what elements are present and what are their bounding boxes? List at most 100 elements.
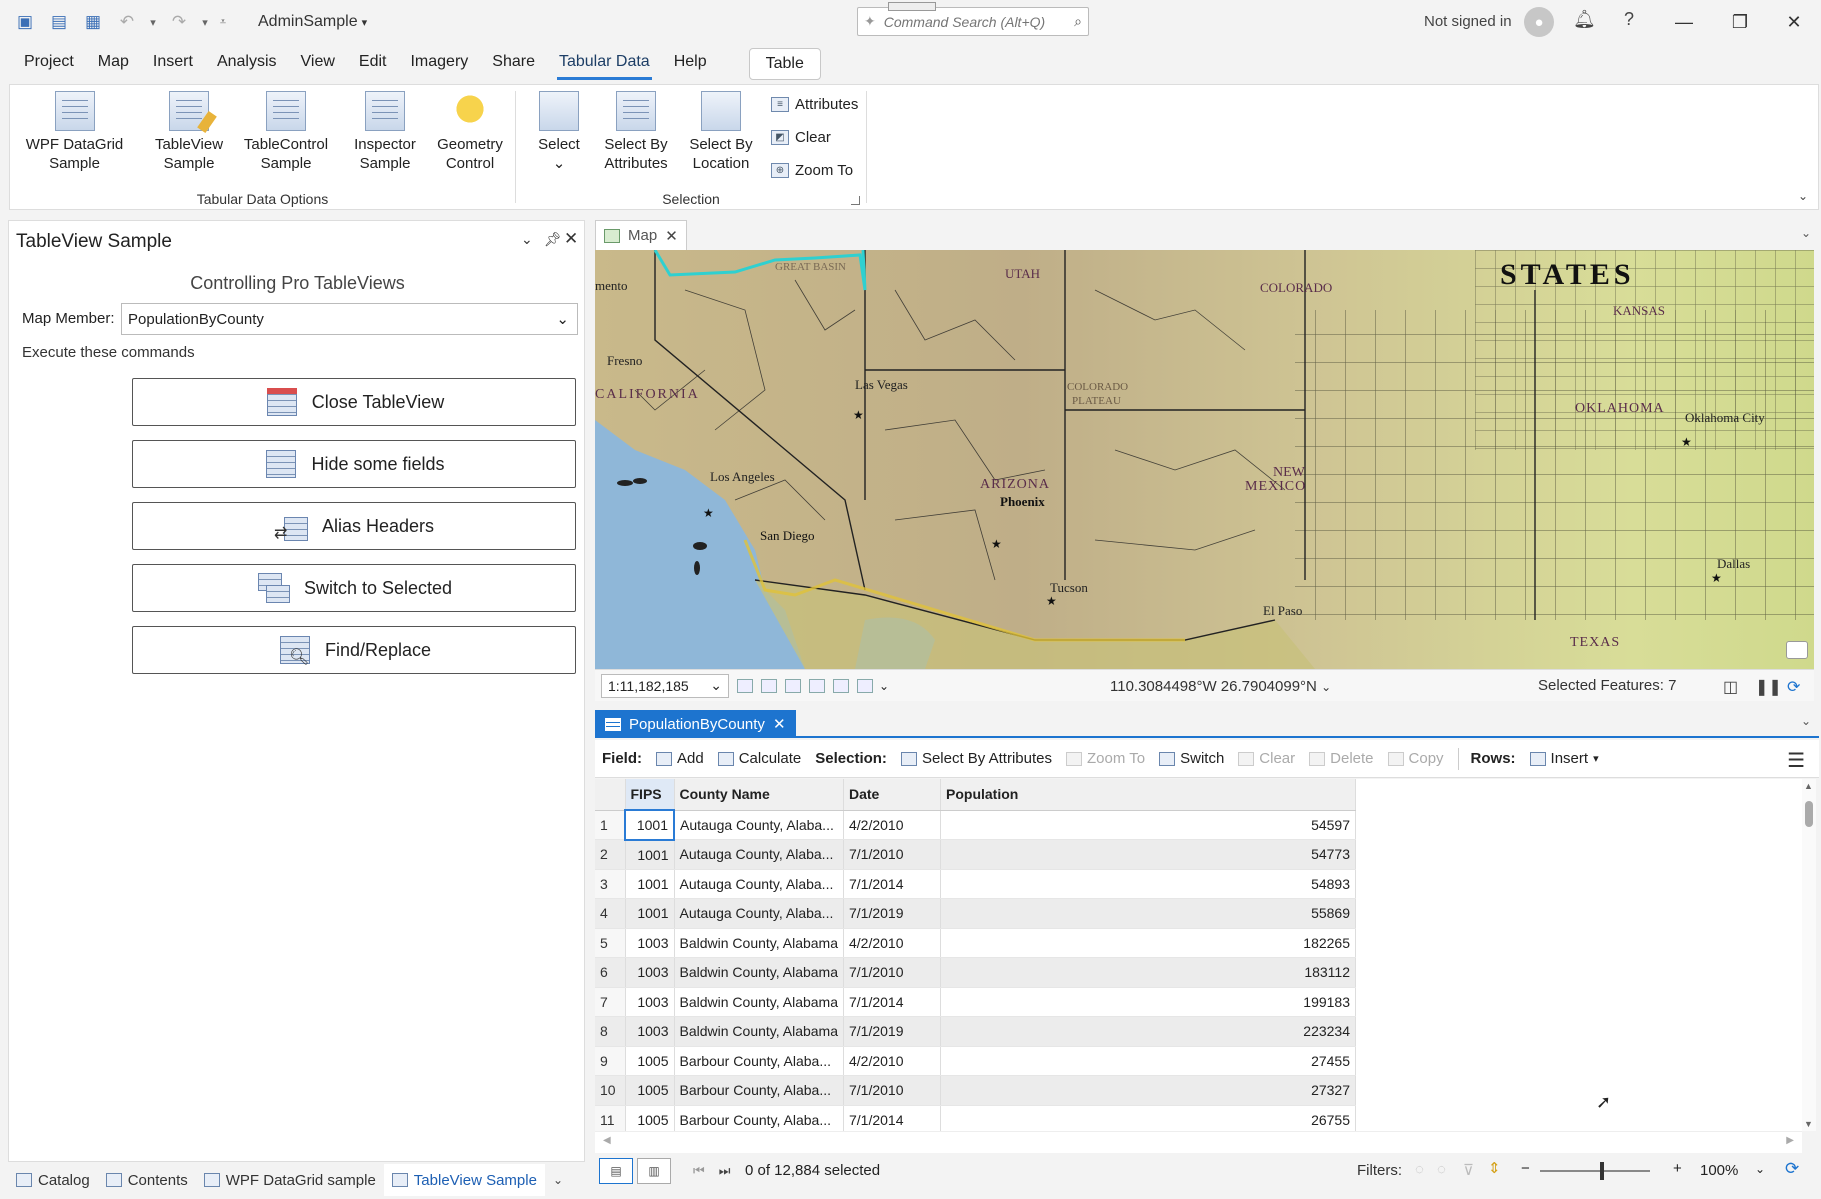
cell-population[interactable]: 199183 <box>940 987 1356 1017</box>
show-all-records-button[interactable]: ▤ <box>599 1158 633 1184</box>
zoom-in-icon[interactable]: + <box>1673 1160 1682 1177</box>
dialog-launcher-icon[interactable] <box>851 196 860 205</box>
scroll-up-icon[interactable]: ▲ <box>1804 781 1813 791</box>
cell-population[interactable]: 182265 <box>940 928 1356 958</box>
attributes-button[interactable]: ≡ Attributes <box>771 96 858 113</box>
column-header-date[interactable]: Date <box>843 779 941 811</box>
chevron-down-icon[interactable]: ⌄ <box>1755 1162 1765 1176</box>
cell-date[interactable]: 7/1/2019 <box>843 898 941 929</box>
cell-population[interactable]: 183112 <box>940 957 1356 988</box>
cell-date[interactable]: 4/2/2010 <box>843 810 941 840</box>
vertical-scrollbar[interactable]: ▲ ▼ <box>1802 779 1816 1131</box>
tab-project[interactable]: Project <box>12 44 86 84</box>
notifications-bell-icon[interactable]: 🔔︎ <box>1573 9 1596 30</box>
cell-date[interactable]: 7/1/2014 <box>843 1105 941 1131</box>
tab-insert[interactable]: Insert <box>141 44 205 84</box>
clear-selection-button[interactable]: Clear <box>1238 750 1295 767</box>
tab-list-chevron-icon[interactable]: ⌄ <box>1801 714 1811 728</box>
cell-date[interactable]: 7/1/2014 <box>843 869 941 899</box>
alias-headers-button[interactable]: ⇄ Alias Headers <box>132 502 576 550</box>
zoom-level[interactable]: 100% <box>1700 1162 1738 1179</box>
scale-selector[interactable]: 1:11,182,185 ⌄ <box>601 673 729 698</box>
map-notes-icon[interactable] <box>1786 641 1808 659</box>
minimize-button[interactable]: — <box>1664 8 1704 36</box>
table-zoom-slider[interactable] <box>1540 1162 1650 1180</box>
cell-county-name[interactable]: Barbour County, Alaba... <box>674 1105 844 1131</box>
filter-definition-icon[interactable]: ⊽ <box>1463 1161 1474 1179</box>
sort-icon[interactable]: ⇕ <box>1488 1159 1501 1177</box>
cell-fips[interactable]: 1005 <box>625 1046 675 1076</box>
copy-selection-button[interactable]: Copy <box>1387 750 1444 767</box>
cell-fips[interactable]: 1005 <box>625 1075 675 1106</box>
cell-county-name[interactable]: Autauga County, Alaba... <box>674 898 844 929</box>
select-by-attributes-button[interactable]: Select By Attributes <box>900 750 1052 767</box>
tab-help[interactable]: Help <box>662 44 719 84</box>
cell-county-name[interactable]: Autauga County, Alaba... <box>674 810 844 840</box>
first-record-icon[interactable]: ⏮ <box>693 1163 705 1179</box>
restore-button[interactable]: ❐ <box>1720 8 1760 36</box>
clear-selection-button[interactable]: ◩ Clear <box>771 129 831 146</box>
cell-fips[interactable]: 1001 <box>625 898 675 929</box>
switch-to-selected-button[interactable]: Switch to Selected <box>132 564 576 612</box>
cell-population[interactable]: 54893 <box>940 869 1356 899</box>
navigation-icon[interactable] <box>857 678 873 693</box>
cell-county-name[interactable]: Baldwin County, Alabama <box>674 1016 844 1047</box>
zoom-to-button[interactable]: Zoom To <box>1066 750 1145 767</box>
cell-population[interactable]: 54773 <box>940 839 1356 870</box>
cell-county-name[interactable]: Baldwin County, Alabama <box>674 928 844 958</box>
fixed-zoom-icon[interactable] <box>737 678 753 693</box>
zoom-out-icon[interactable]: − <box>1521 1160 1530 1177</box>
user-avatar-icon[interactable]: ● <box>1524 7 1554 37</box>
tab-contents[interactable]: Contents <box>98 1164 196 1196</box>
cell-fips[interactable]: 1003 <box>625 987 675 1017</box>
wpf-datagrid-sample-button[interactable]: WPF DataGrid Sample <box>22 91 127 173</box>
close-tab-icon[interactable]: ✕ <box>665 227 678 245</box>
refresh-icon[interactable]: ⟳ <box>1787 677 1800 697</box>
tab-view[interactable]: View <box>289 44 347 84</box>
slider-knob[interactable] <box>1600 1162 1604 1180</box>
tab-wpf-datagrid-sample[interactable]: WPF DataGrid sample <box>196 1164 384 1196</box>
redo-dropdown-icon[interactable]: ▾ <box>198 16 212 29</box>
scroll-right-icon[interactable]: ▶ <box>1786 1135 1794 1146</box>
command-search-input[interactable] <box>875 13 1075 30</box>
last-record-icon[interactable]: ⏭ <box>719 1163 731 1179</box>
table-toggle-icon[interactable]: ◫ <box>1723 677 1738 697</box>
open-project-icon[interactable]: ▤ <box>44 7 74 37</box>
close-window-button[interactable]: ✕ <box>1774 8 1814 36</box>
selected-features-count[interactable]: Selected Features: 7 <box>1538 677 1676 694</box>
table-row[interactable]: 1 1001 Autauga County, Alaba... 4/2/2010 545… <box>595 809 1356 841</box>
project-name-menu[interactable]: AdminSample ▾ <box>258 13 367 31</box>
table-row[interactable]: 7 1003 Baldwin County, Alabama 7/1/2014 1991… <box>595 987 1356 1017</box>
cell-fips[interactable]: 1001 <box>625 839 675 870</box>
cell-fips[interactable]: 1003 <box>625 957 675 988</box>
cell-date[interactable]: 7/1/2019 <box>843 1016 941 1047</box>
cell-population[interactable]: 55869 <box>940 898 1356 929</box>
inspector-sample-button[interactable]: Inspector Sample <box>340 91 430 173</box>
table-row[interactable]: 6 1003 Baldwin County, Alabama 7/1/2010 1831… <box>595 957 1356 988</box>
tab-tableview-sample[interactable]: TableView Sample <box>383 1164 545 1196</box>
cell-population[interactable]: 27455 <box>940 1046 1356 1076</box>
tab-edit[interactable]: Edit <box>347 44 399 84</box>
map-view[interactable]: GREAT BASIN UTAH COLORADO STATES KANSAS … <box>595 250 1814 669</box>
tab-analysis[interactable]: Analysis <box>205 44 289 84</box>
tab-map-view[interactable]: Map ✕ <box>595 220 687 250</box>
delete-selection-button[interactable]: Delete <box>1309 750 1374 767</box>
horizontal-scrollbar[interactable]: ◀ ▶ <box>595 1131 1802 1153</box>
cell-county-name[interactable]: Barbour County, Alaba... <box>674 1075 844 1106</box>
map-member-select[interactable]: PopulationByCounty ⌄ <box>121 303 578 335</box>
tab-table-context[interactable]: Table <box>748 48 821 80</box>
cell-fips[interactable]: 1003 <box>625 928 675 958</box>
filter-extent-icon[interactable]: ◌ <box>1415 1161 1424 1178</box>
cell-county-name[interactable]: Barbour County, Alaba... <box>674 1046 844 1076</box>
cell-date[interactable]: 7/1/2010 <box>843 1075 941 1106</box>
table-row[interactable]: 9 1005 Barbour County, Alaba... 4/2/2010 274… <box>595 1046 1356 1076</box>
calculate-field-button[interactable]: Calculate <box>717 750 801 767</box>
hide-some-fields-button[interactable]: Hide some fields <box>132 440 576 488</box>
pin-icon[interactable]: 📌︎ <box>544 231 562 248</box>
tab-catalog[interactable]: Catalog <box>8 1164 98 1196</box>
scroll-thumb[interactable] <box>1805 801 1813 827</box>
more-tabs-chevron-icon[interactable]: ⌄ <box>553 1173 563 1187</box>
measure-icon[interactable] <box>833 678 849 693</box>
insert-rows-button[interactable]: Insert ▾ <box>1529 750 1599 767</box>
tab-imagery[interactable]: Imagery <box>398 44 480 84</box>
